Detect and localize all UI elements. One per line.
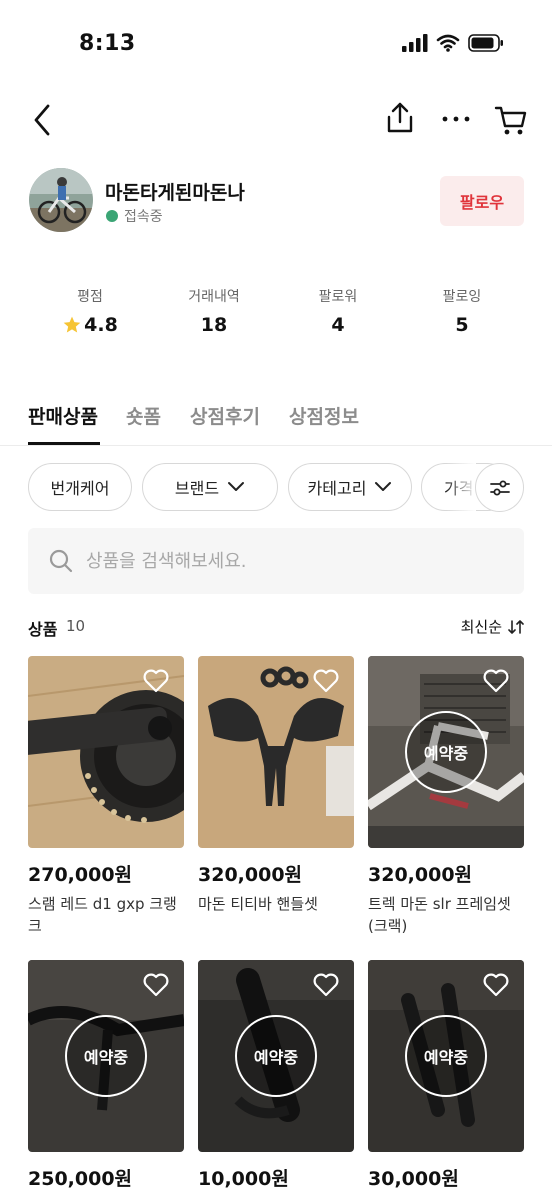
sort-icon (508, 619, 524, 634)
shop-tabs: 판매상품 숏폼 상점후기 상점정보 (0, 400, 552, 446)
more-horizontal-icon[interactable] (439, 104, 473, 134)
product-card[interactable]: 예약중 10,000원 (198, 960, 354, 1197)
tab-products[interactable]: 판매상품 (28, 402, 98, 429)
active-tab-indicator (28, 442, 100, 445)
stat-label: 평점 (77, 289, 103, 305)
stat-following[interactable]: 팔로잉 5 (400, 286, 524, 346)
product-image[interactable] (198, 656, 354, 848)
product-card[interactable]: 예약중 320,000원 트렉 마돈 slr 프레임셋 (크랙) (368, 656, 524, 937)
product-image[interactable] (28, 656, 184, 848)
online-status: 접속중 (106, 206, 163, 226)
product-image[interactable]: 예약중 (28, 960, 184, 1152)
stat-followers[interactable]: 팔로워 4 (276, 286, 400, 346)
product-card[interactable]: 270,000원 스램 레드 d1 gxp 크랭크 (28, 656, 184, 937)
reserved-badge: 예약중 (405, 1015, 487, 1097)
heart-icon[interactable] (482, 668, 510, 694)
sort-label: 최신순 (460, 618, 502, 636)
product-card[interactable]: 예약중 30,000원 (368, 960, 524, 1197)
chevron-left-icon[interactable] (28, 102, 60, 138)
reserved-badge: 예약중 (405, 711, 487, 793)
product-image[interactable]: 예약중 (368, 960, 524, 1152)
filter-chip-category[interactable]: 카테고리 (288, 463, 412, 511)
product-price: 30,000원 (368, 1168, 459, 1190)
filter-chip-label: 번개케어 (50, 479, 110, 498)
chevron-down-icon (228, 482, 245, 491)
battery-icon (468, 34, 503, 52)
search-input[interactable] (86, 550, 486, 572)
shop-stats: 평점 4.8 거래내역 18 팔로워 4 팔로잉 5 (28, 286, 524, 346)
stat-value: 4.8 (84, 314, 118, 336)
search-icon (49, 549, 73, 573)
products-header: 상품 10 최신순 (28, 616, 524, 640)
stat-value: 18 (200, 314, 228, 336)
filter-chip-care[interactable]: 번개케어 (28, 463, 132, 511)
stat-value: 5 (455, 314, 469, 336)
star-icon (63, 316, 81, 333)
filter-chip-label: 브랜드 (174, 479, 220, 498)
heart-icon[interactable] (312, 972, 340, 998)
heart-icon[interactable] (482, 972, 510, 998)
reserved-badge: 예약중 (65, 1015, 147, 1097)
stat-label: 거래내역 (188, 289, 240, 305)
chevron-down-icon (375, 482, 392, 491)
avatar[interactable] (29, 168, 93, 232)
online-status-label: 접속중 (124, 209, 163, 225)
stat-value: 4 (331, 314, 345, 336)
shop-name: 마돈타게된마돈나 (105, 182, 245, 204)
product-card[interactable]: 320,000원 마돈 티티바 핸들셋 (198, 656, 354, 915)
product-image[interactable]: 예약중 (198, 960, 354, 1152)
stat-transactions[interactable]: 거래내역 18 (152, 286, 276, 346)
reserved-badge: 예약중 (235, 1015, 317, 1097)
heart-icon[interactable] (142, 668, 170, 694)
stat-label: 팔로잉 (442, 289, 482, 305)
heart-icon[interactable] (312, 668, 340, 694)
product-price: 10,000원 (198, 1168, 289, 1190)
online-dot-icon (106, 210, 118, 222)
filter-fade (446, 463, 476, 513)
tab-shortform[interactable]: 숏폼 (126, 402, 161, 429)
stat-label: 팔로워 (318, 289, 358, 305)
tab-reviews[interactable]: 상점후기 (190, 402, 260, 429)
product-name: 트렉 마돈 slr 프레임셋 (크랙) (368, 895, 511, 935)
follow-button[interactable]: 팔로우 (440, 176, 524, 226)
filter-chip-label: 카테고리 (307, 479, 367, 498)
cart-icon[interactable] (494, 102, 528, 138)
product-name: 마돈 티티바 핸들셋 (198, 895, 318, 913)
product-image[interactable]: 예약중 (368, 656, 524, 848)
status-icons (402, 34, 504, 52)
shop-profile: 마돈타게된마돈나 접속중 팔로우 (0, 168, 552, 238)
product-price: 270,000원 (28, 864, 133, 886)
top-navigation (0, 96, 552, 146)
status-bar: 8:13 (0, 0, 552, 92)
filter-chip-brand[interactable]: 브랜드 (142, 463, 278, 511)
product-price: 320,000원 (368, 864, 473, 886)
wifi-icon (436, 34, 460, 52)
product-card[interactable]: 예약중 250,000원 (28, 960, 184, 1197)
cellular-signal-icon (402, 34, 428, 52)
tab-shop-info[interactable]: 상점정보 (289, 402, 359, 429)
products-count: 10 (66, 617, 86, 635)
filter-bar: 번개케어 브랜드 카테고리 가격 (28, 463, 552, 513)
share-icon[interactable] (384, 100, 416, 136)
filter-settings-icon (489, 480, 510, 495)
stat-rating[interactable]: 평점 4.8 (28, 286, 152, 346)
status-time: 8:13 (79, 31, 136, 56)
products-title: 상품 (28, 620, 58, 639)
product-price: 320,000원 (198, 864, 303, 886)
product-search-box (28, 528, 524, 594)
sort-button[interactable]: 최신순 (461, 616, 524, 637)
heart-icon[interactable] (142, 972, 170, 998)
filter-settings-button[interactable] (475, 463, 524, 512)
product-name: 스램 레드 d1 gxp 크랭크 (28, 895, 177, 935)
product-price: 250,000원 (28, 1168, 133, 1190)
